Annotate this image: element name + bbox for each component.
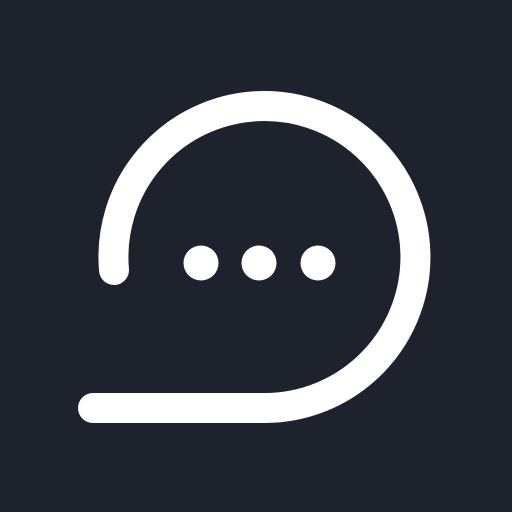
chat-bubble-typing-icon [0,0,512,512]
typing-dot-3 [300,245,336,281]
typing-dot-2 [241,245,277,281]
app-icon [0,0,512,512]
typing-dot-1 [183,245,219,281]
